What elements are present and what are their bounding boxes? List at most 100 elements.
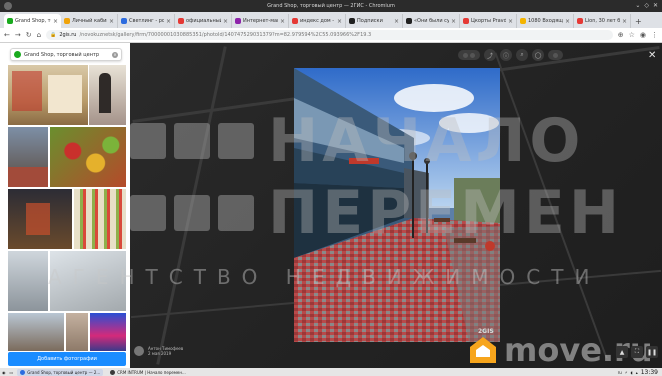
add-photo-button[interactable]: Добавить фотографии bbox=[8, 352, 126, 366]
tray-arrow-icon[interactable]: ▴ bbox=[636, 370, 638, 375]
clear-search-icon[interactable]: × bbox=[112, 51, 118, 58]
gallery-photo[interactable] bbox=[8, 313, 64, 351]
close-window-icon[interactable]: ✕ bbox=[653, 2, 658, 9]
gallery-photo[interactable] bbox=[89, 65, 126, 125]
tab-subscriptions[interactable]: Подписки × bbox=[346, 14, 403, 28]
tab-close-icon[interactable]: × bbox=[508, 18, 513, 25]
back-icon[interactable]: ← bbox=[4, 31, 10, 39]
tab-lion[interactable]: Lion, 30 лет был × bbox=[574, 14, 631, 28]
tab-svetling[interactable]: Светлинг - рос × bbox=[118, 14, 175, 28]
gallery-photo[interactable] bbox=[50, 127, 126, 187]
tab-label: Grand Shop, тор bbox=[15, 18, 51, 24]
lock-icon: 🔒 bbox=[50, 32, 57, 38]
extension-icon[interactable]: ⊕ bbox=[618, 31, 624, 39]
tab-close-icon[interactable]: × bbox=[622, 18, 627, 25]
chrome-icon bbox=[110, 369, 116, 375]
gallery-photo[interactable] bbox=[74, 189, 126, 249]
tab-close-icon[interactable]: × bbox=[53, 18, 58, 25]
chromium-icon bbox=[20, 369, 26, 375]
photo-author[interactable]: Антон Тимофеев 2 мая 2019 bbox=[134, 346, 183, 356]
watermark-square bbox=[174, 123, 210, 159]
tab-close-icon[interactable]: × bbox=[280, 18, 285, 25]
app-menu-icon[interactable] bbox=[4, 2, 12, 10]
tab-index[interactable]: индекс дом - × bbox=[289, 14, 346, 28]
address-bar[interactable]: 🔒 2gis.ru/novokuznetsk/gallery/firm/7000… bbox=[46, 30, 613, 40]
map-logo: 2GIS bbox=[478, 328, 494, 335]
tab-strip: Grand Shop, тор × Личный кабин × Светлин… bbox=[0, 12, 662, 28]
fullscreen-icon[interactable]: ⛶ bbox=[631, 346, 643, 358]
viewer-bottom-controls: ▲ ⛶ ❚❚ bbox=[616, 346, 658, 358]
profile-icon[interactable]: ◉ bbox=[640, 31, 646, 39]
dot-icon bbox=[463, 52, 468, 58]
tab-favicon-icon bbox=[406, 18, 412, 24]
files-icon[interactable]: ▭ bbox=[10, 370, 14, 375]
pause-icon[interactable]: ❚❚ bbox=[646, 346, 658, 358]
taskbar-item-chromium[interactable]: Grand Shop, торговый центр — 2... bbox=[17, 368, 104, 376]
tab-label: 1080 Входящие bbox=[528, 18, 563, 24]
viewer-chip[interactable] bbox=[548, 50, 563, 60]
tab-favicon-icon bbox=[64, 18, 70, 24]
window-title: Grand Shop, торговый центр — 2ГИС - Chro… bbox=[267, 3, 395, 9]
dot-icon bbox=[553, 52, 558, 58]
tab-favicon-icon bbox=[7, 18, 13, 24]
tab-shop[interactable]: Интернет-маг × bbox=[232, 14, 289, 28]
gallery-photo[interactable] bbox=[66, 313, 88, 351]
tab-article[interactable]: «Они были су» × bbox=[403, 14, 460, 28]
tab-close-icon[interactable]: × bbox=[565, 18, 570, 25]
watermark-square bbox=[130, 123, 166, 159]
new-tab-button[interactable]: + bbox=[631, 14, 646, 28]
gallery-photo[interactable] bbox=[90, 313, 126, 351]
viewer-chip[interactable] bbox=[458, 50, 480, 60]
tab-label: Личный кабин bbox=[72, 18, 107, 24]
clock[interactable]: 13:39 bbox=[641, 369, 658, 376]
tab-close-icon[interactable]: × bbox=[109, 18, 114, 25]
tab-close-icon[interactable]: × bbox=[451, 18, 456, 25]
watermark-line1: НАЧАЛО bbox=[268, 106, 585, 176]
keyboard-layout[interactable]: ru bbox=[618, 370, 622, 375]
tab-pravda[interactable]: Цкорты Pravda × bbox=[460, 14, 517, 28]
network-icon[interactable]: ⚡ bbox=[625, 370, 628, 375]
dot-icon bbox=[470, 52, 475, 58]
restore-icon[interactable]: ◇ bbox=[644, 2, 649, 9]
tab-close-icon[interactable]: × bbox=[337, 18, 342, 25]
watermark-square bbox=[130, 195, 166, 231]
url-path: /novokuznetsk/gallery/firm/7000000103088… bbox=[79, 32, 372, 38]
tab-close-icon[interactable]: × bbox=[223, 18, 228, 25]
tab-favicon-icon bbox=[235, 18, 241, 24]
gallery-photo[interactable] bbox=[8, 127, 48, 187]
tab-label: Цкорты Pravda bbox=[471, 18, 506, 24]
viewer-share-icon[interactable]: ⤴ bbox=[484, 49, 496, 61]
tab-favicon-icon bbox=[520, 18, 526, 24]
start-menu-icon[interactable]: ◉ bbox=[2, 370, 6, 375]
viewer-user-icon[interactable]: ◯ bbox=[532, 49, 544, 61]
tab-inbox[interactable]: 1080 Входящие × bbox=[517, 14, 574, 28]
close-viewer-button[interactable]: ✕ bbox=[648, 50, 656, 61]
tab-close-icon[interactable]: × bbox=[394, 18, 399, 25]
home-icon[interactable]: ⌂ bbox=[37, 31, 41, 39]
reload-icon[interactable]: ↻ bbox=[26, 31, 32, 39]
gallery-photo[interactable] bbox=[8, 251, 48, 311]
tab-favicon-icon bbox=[463, 18, 469, 24]
gallery-photo[interactable] bbox=[8, 65, 88, 125]
tab-label: «Они были су» bbox=[414, 18, 449, 24]
volume-icon[interactable]: ◖ bbox=[631, 370, 633, 375]
viewer-search-icon[interactable]: ⌕ bbox=[516, 49, 528, 61]
gallery-panel: Grand Shop, торговый центр × Добавить фо… bbox=[0, 43, 130, 368]
tab-label: индекс дом - bbox=[300, 18, 335, 24]
minimize-icon[interactable]: ⌄ bbox=[635, 2, 640, 9]
tab-cabinet[interactable]: Личный кабин × bbox=[61, 14, 118, 28]
forward-icon[interactable]: → bbox=[15, 31, 21, 39]
gallery-photo[interactable] bbox=[8, 189, 72, 249]
tab-2gis[interactable]: Grand Shop, тор × bbox=[4, 14, 61, 28]
tab-close-icon[interactable]: × bbox=[166, 18, 171, 25]
viewer-info-icon[interactable]: ⓘ bbox=[500, 49, 512, 61]
triangle-up-icon[interactable]: ▲ bbox=[616, 346, 628, 358]
bookmark-star-icon[interactable]: ☆ bbox=[629, 31, 635, 39]
menu-kebab-icon[interactable]: ⋮ bbox=[651, 31, 658, 39]
watermark-square bbox=[218, 195, 254, 231]
tab-official[interactable]: официальный × bbox=[175, 14, 232, 28]
taskbar-item-crm[interactable]: CRM INTRUM | Начало перемен... bbox=[107, 369, 189, 376]
search-input[interactable]: Grand Shop, торговый центр × bbox=[10, 48, 122, 61]
window-title-bar: Grand Shop, торговый центр — 2ГИС - Chro… bbox=[0, 0, 662, 12]
os-taskbar: ◉ ▭ Grand Shop, торговый центр — 2... CR… bbox=[0, 368, 662, 376]
